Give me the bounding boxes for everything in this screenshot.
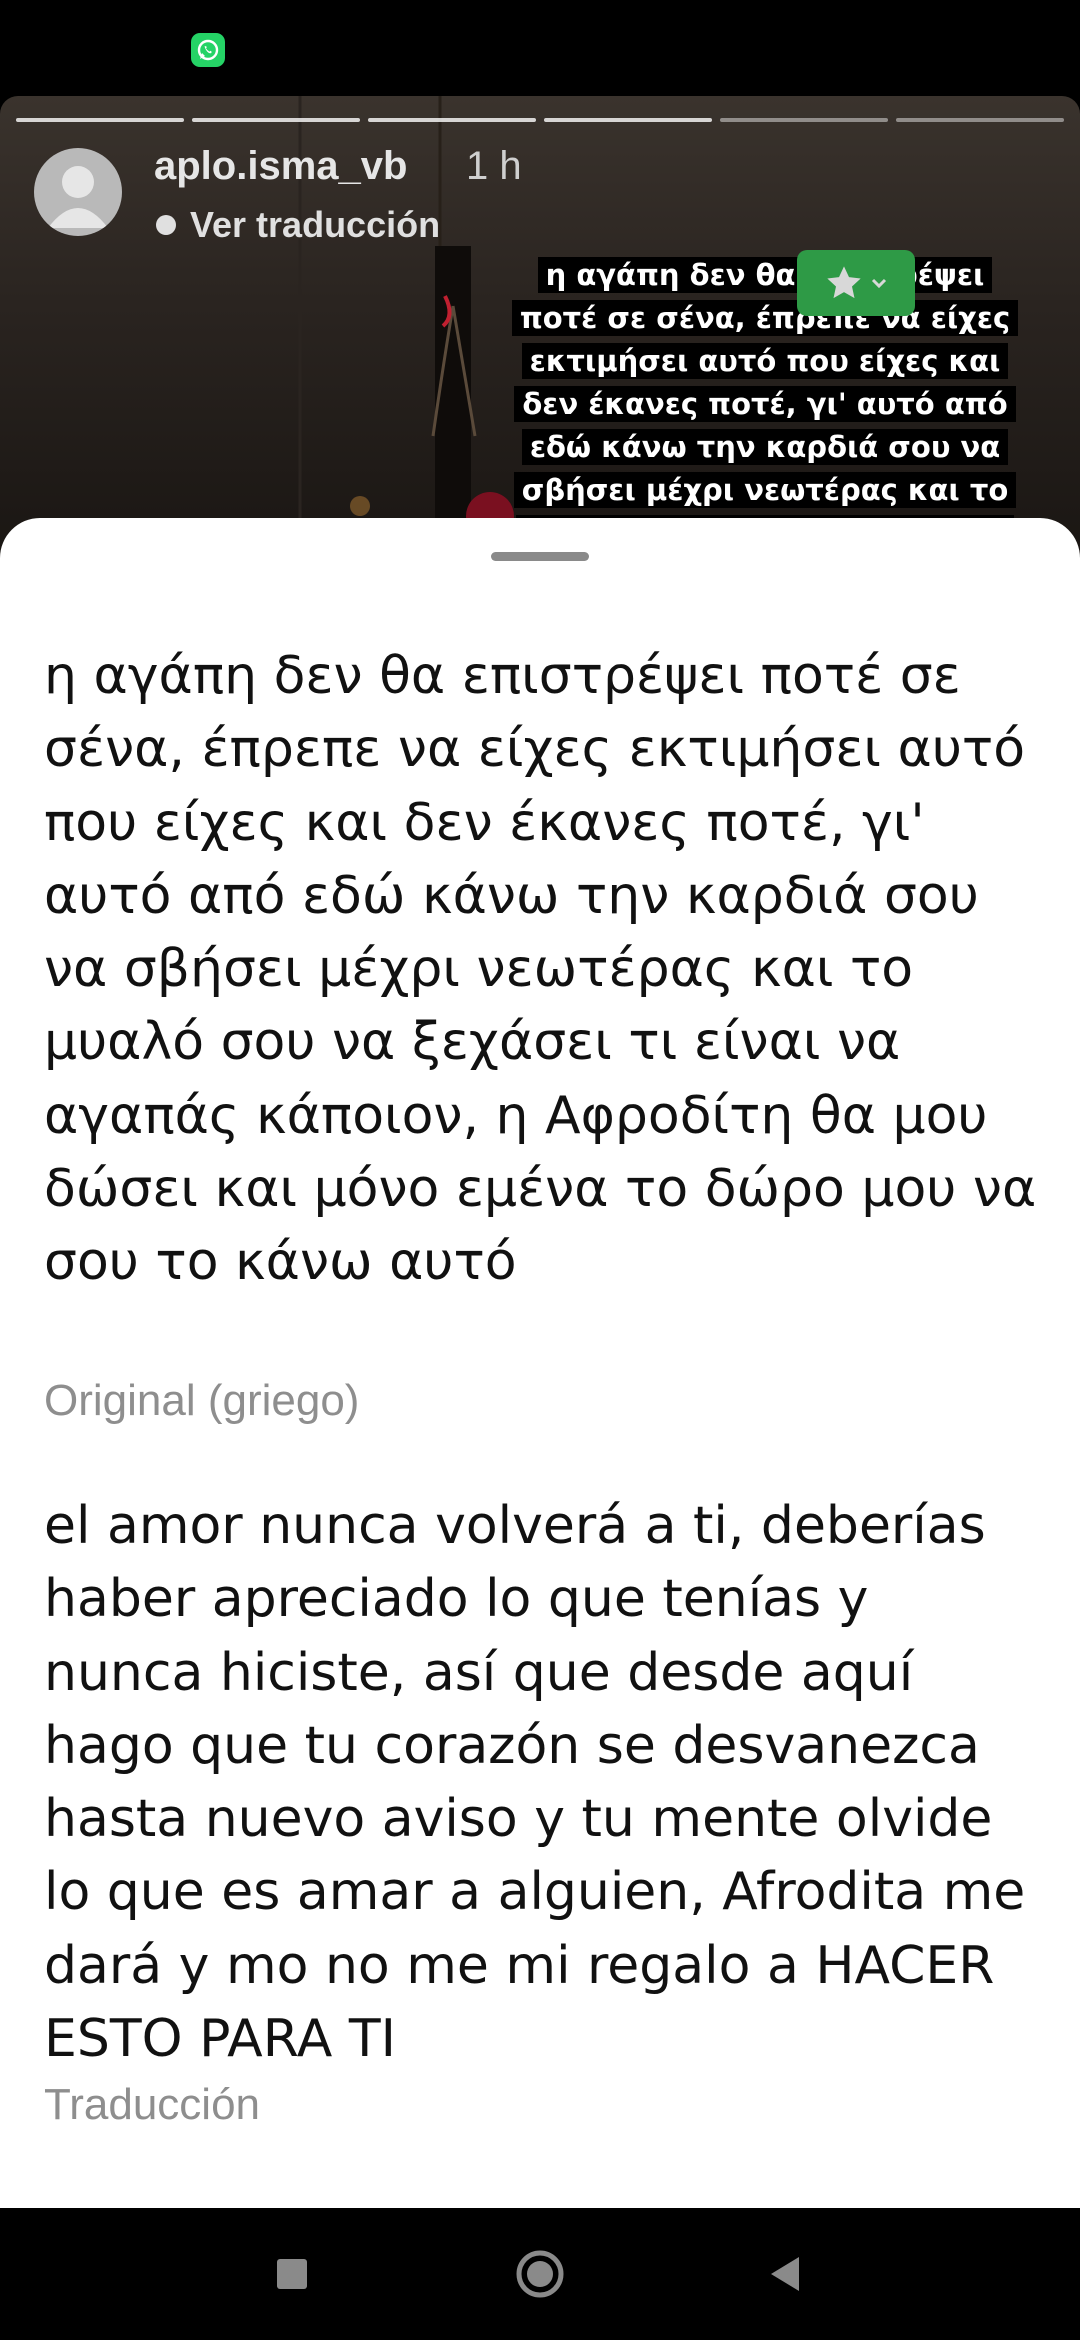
chevron-down-icon — [871, 278, 887, 289]
translated-text: el amor nunca volverá a ti, deberías hab… — [44, 1496, 1026, 2070]
translation-sheet: η αγάπη δεν θα επιστρέψει ποτέ σε σένα, … — [0, 518, 1080, 2208]
circle-icon — [516, 2250, 564, 2298]
see-translation-link[interactable]: Ver traducción — [156, 204, 440, 246]
translate-dot-icon — [156, 215, 176, 235]
whatsapp-icon — [191, 33, 225, 67]
favorite-badge-button[interactable] — [797, 250, 915, 316]
original-text: η αγάπη δεν θα επιστρέψει ποτέ σε σένα, … — [44, 646, 1037, 1293]
original-language-label: Original (griego) — [44, 1376, 360, 1425]
story-username[interactable]: aplo.isma_vb — [154, 144, 407, 189]
story-time: 1 h — [466, 144, 522, 188]
story-progress-bar — [16, 118, 1064, 122]
see-translation-label: Ver traducción — [190, 204, 441, 245]
story-preview[interactable]: aplo.isma_vb 1 h Ver traducción η αγάπη … — [0, 96, 1080, 556]
navigation-bar — [0, 2208, 1080, 2340]
triangle-back-icon — [771, 2257, 799, 2291]
story-caption: η αγάπη δεν θα επιστρέψει ποτέ σε σένα, … — [505, 254, 1025, 556]
back-button[interactable] — [705, 2208, 865, 2340]
translation-label: Traducción — [44, 2080, 261, 2129]
square-icon — [277, 2259, 307, 2289]
home-button[interactable] — [460, 2208, 620, 2340]
star-icon — [827, 266, 861, 299]
recents-button[interactable] — [212, 2208, 372, 2340]
sheet-drag-handle[interactable] — [491, 552, 589, 561]
avatar[interactable] — [34, 148, 122, 236]
status-bar — [0, 0, 1080, 96]
story-caption-text: η αγάπη δεν θα επιστρέψει ποτέ σε σένα, … — [511, 257, 1019, 556]
